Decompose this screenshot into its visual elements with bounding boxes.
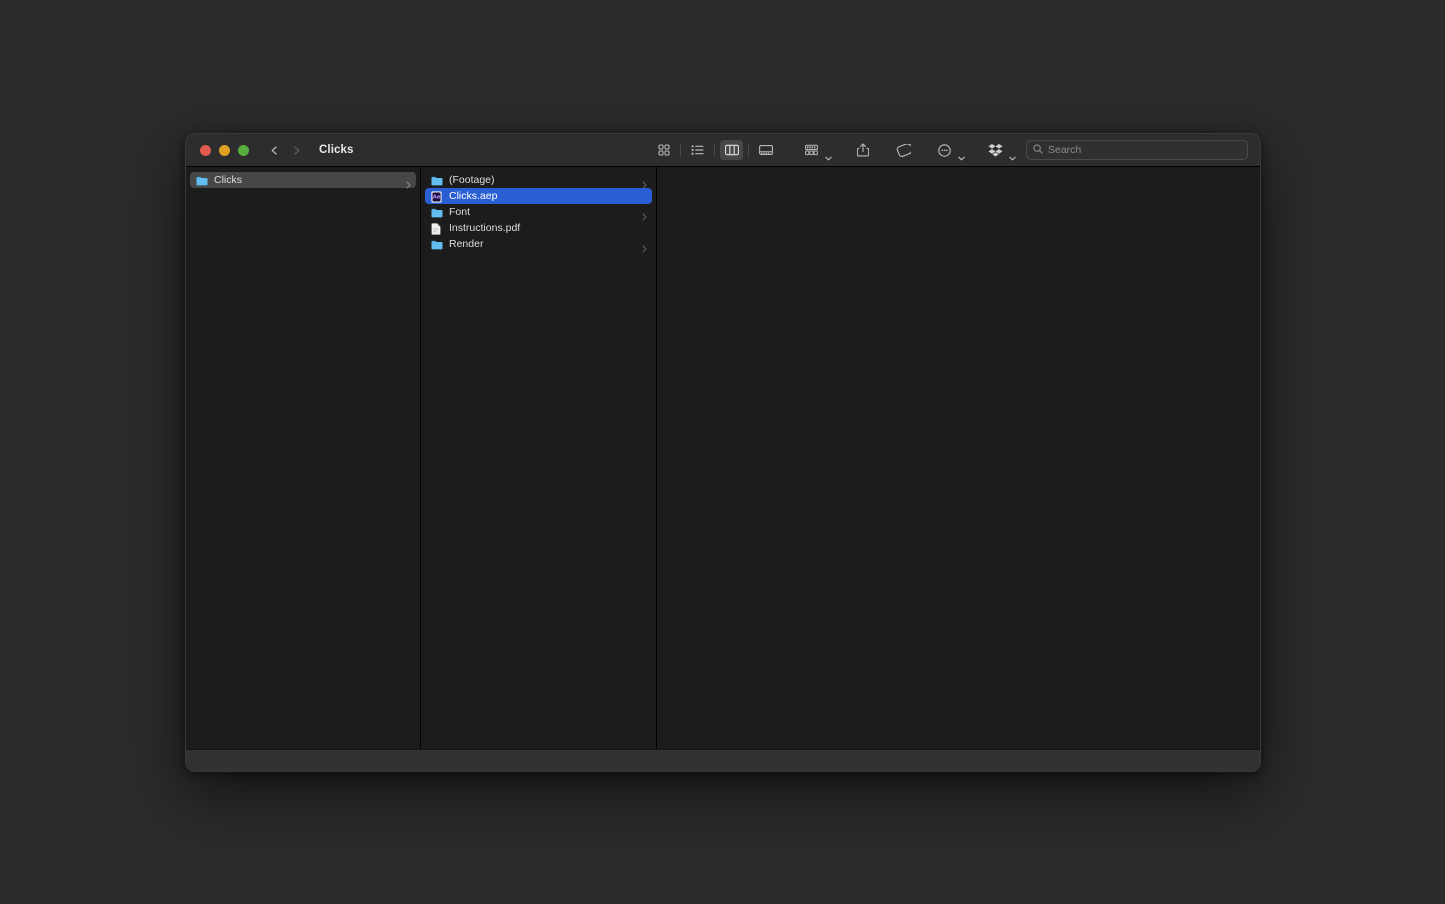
chevron-right-icon: [406, 176, 411, 189]
status-bar: [186, 749, 1260, 771]
folder-icon: [431, 206, 443, 218]
group-by-icon[interactable]: [801, 140, 822, 160]
close-button[interactable]: [200, 144, 211, 156]
share-icon[interactable]: [852, 140, 873, 160]
toolbar-right-group: Search: [652, 140, 1260, 160]
traffic-light-group: [186, 144, 249, 156]
toolbar-divider: [714, 143, 715, 157]
view-mode-icon[interactable]: [652, 140, 675, 160]
view-mode-switcher: [652, 140, 777, 160]
list-item[interactable]: (Footage): [425, 172, 652, 189]
search-input[interactable]: Search: [1048, 144, 1081, 156]
chevron-right-icon: [642, 176, 647, 189]
window-toolbar: Clicks Search: [186, 134, 1260, 167]
tag-icon[interactable]: [893, 140, 914, 160]
view-mode-gallery[interactable]: [754, 140, 777, 160]
chevron-right-icon: [642, 208, 647, 221]
list-item-label: Font: [449, 206, 471, 218]
pdf-document-icon: [431, 222, 443, 235]
view-mode-list[interactable]: [686, 140, 709, 160]
zoom-button[interactable]: [238, 144, 249, 156]
list-item[interactable]: Render: [425, 236, 652, 253]
search-icon: [1033, 141, 1043, 159]
finder-column-2[interactable]: (Footage) Ae Clicks.aep Font Instruction…: [421, 167, 657, 749]
chevron-down-icon[interactable]: [1009, 148, 1016, 160]
toolbar-divider: [748, 143, 749, 157]
list-item[interactable]: Clicks: [190, 172, 416, 189]
forward-icon[interactable]: [292, 145, 301, 155]
list-item-label: Clicks: [214, 174, 242, 186]
navigation-arrows: [270, 145, 301, 155]
list-item[interactable]: Ae Clicks.aep: [425, 188, 652, 204]
folder-icon: [431, 238, 443, 250]
search-field[interactable]: Search: [1026, 140, 1248, 160]
back-icon[interactable]: [270, 145, 279, 155]
finder-column-3-preview[interactable]: [657, 167, 1260, 749]
finder-column-1[interactable]: Clicks: [186, 167, 421, 749]
finder-window: Clicks Search Clicks (Footage) Ae Clicks…: [185, 133, 1261, 772]
desktop-background: Clicks Search Clicks (Footage) Ae Clicks…: [0, 0, 1445, 904]
dropbox-icon[interactable]: [985, 140, 1006, 160]
chevron-down-icon[interactable]: [825, 148, 832, 160]
after-effects-icon: Ae: [431, 190, 443, 203]
list-item-label: Clicks.aep: [449, 190, 498, 202]
view-mode-column[interactable]: [720, 140, 743, 160]
toolbar-divider: [680, 143, 681, 157]
page-title: Clicks: [319, 144, 354, 156]
group-by-control[interactable]: [801, 140, 832, 160]
list-item[interactable]: Instructions.pdf: [425, 220, 652, 236]
list-item-label: (Footage): [449, 174, 495, 186]
column-browser: Clicks (Footage) Ae Clicks.aep Font Inst…: [186, 167, 1260, 749]
minimize-button[interactable]: [219, 144, 230, 156]
chevron-down-icon[interactable]: [958, 148, 965, 160]
list-item-label: Render: [449, 238, 484, 250]
list-item-label: Instructions.pdf: [449, 222, 521, 234]
list-item[interactable]: Font: [425, 204, 652, 221]
share-control[interactable]: [852, 140, 873, 160]
more-actions-icon[interactable]: [934, 140, 955, 160]
more-actions-control[interactable]: [934, 140, 965, 160]
folder-icon: [196, 174, 208, 186]
folder-icon: [431, 174, 443, 186]
svg-text:Ae: Ae: [433, 195, 441, 201]
chevron-right-icon: [642, 240, 647, 253]
dropbox-control[interactable]: [985, 140, 1016, 160]
tag-control[interactable]: [893, 140, 914, 160]
